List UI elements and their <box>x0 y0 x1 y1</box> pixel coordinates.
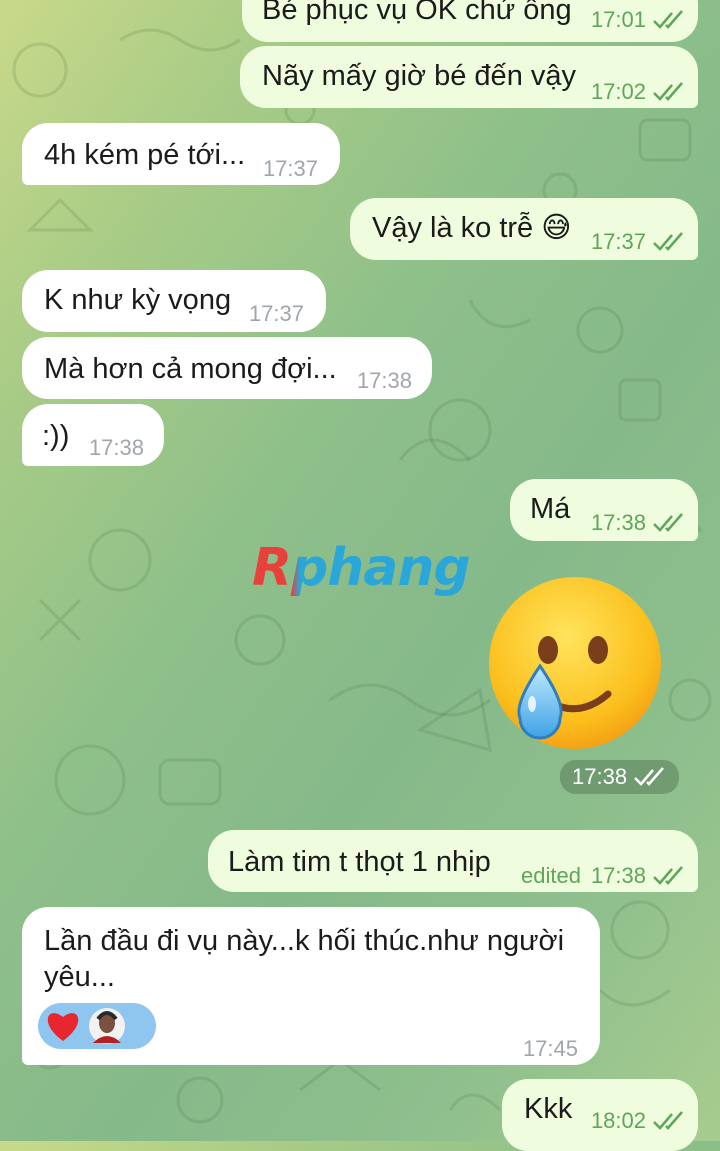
message-bubble-outgoing[interactable]: Kkk 18:02 <box>502 1079 698 1151</box>
message-time: 17:38 <box>590 510 646 535</box>
message-time: 17:37 <box>590 229 646 254</box>
message-text: Mà hơn cả mong đợi... <box>44 353 337 385</box>
reaction-pill[interactable] <box>38 1003 156 1049</box>
heart-icon <box>47 1013 79 1041</box>
double-check-icon <box>653 866 683 885</box>
message-meta: 17:02 <box>591 74 686 110</box>
double-check-icon <box>653 82 683 101</box>
message-bubble-incoming[interactable]: Mà hơn cả mong đợi... 17:38 <box>22 337 432 399</box>
message-bubble-outgoing[interactable]: Vậy là ko trễ 😅 17:37 <box>350 198 698 260</box>
message-meta: 18:02 <box>591 1103 686 1139</box>
avatar <box>89 1008 125 1044</box>
message-text: 4h kém pé tới... <box>44 139 246 171</box>
message-bubble-incoming[interactable]: :)) 17:38 <box>22 404 164 466</box>
message-time: 17:38 <box>356 368 412 393</box>
message-bubble-outgoing[interactable]: Bé phục vụ OK chứ ông 17:01 <box>242 0 698 42</box>
message-time: 17:02 <box>590 79 646 104</box>
message-text: Vậy là ko trễ 😅 <box>372 212 572 244</box>
message-meta: 17:38 <box>89 430 144 466</box>
message-time: 17:37 <box>248 301 304 326</box>
message-text: Má <box>530 493 571 525</box>
message-time: 18:02 <box>590 1108 646 1133</box>
message-text: Kkk <box>524 1093 573 1125</box>
message-text: Bé phục vụ OK chứ ông <box>262 0 572 26</box>
message-meta: 17:01 <box>591 2 686 38</box>
sticker-time-pill: 17:38 <box>560 760 680 794</box>
message-time: 17:01 <box>590 7 646 32</box>
message-meta: 17:45 <box>523 1031 578 1067</box>
message-text: Nãy mấy giờ bé đến vậy <box>262 60 577 92</box>
edited-label: edited <box>520 863 581 888</box>
message-meta: edited 17:38 <box>521 858 686 894</box>
double-check-icon <box>653 513 683 532</box>
message-bubble-incoming[interactable]: Lần đầu đi vụ này...k hối thúc.như người… <box>22 907 600 1065</box>
message-meta: 17:37 <box>263 151 318 187</box>
message-text-line1: Lần đầu đi vụ này...k hối thúc.như người <box>44 925 565 957</box>
message-text-line2: yêu... <box>44 961 115 993</box>
message-time: 17:38 <box>572 764 628 789</box>
message-bubble-outgoing[interactable]: Làm tim t thọt 1 nhịp edited 17:38 <box>208 830 698 892</box>
message-time: 17:37 <box>262 156 318 181</box>
watermark-logo: Rphang <box>252 538 471 598</box>
smiling-face-with-tear-icon[interactable] <box>486 574 664 752</box>
message-text: Làm tim t thọt 1 nhịp <box>228 846 491 878</box>
message-meta: 17:37 <box>591 224 686 260</box>
double-check-icon <box>653 232 683 251</box>
message-time: 17:38 <box>88 435 144 460</box>
double-check-icon <box>653 10 683 29</box>
message-time: 17:38 <box>590 863 646 888</box>
message-bubble-outgoing[interactable]: Nãy mấy giờ bé đến vậy 17:02 <box>240 46 698 108</box>
double-check-icon <box>634 767 665 786</box>
double-check-icon <box>653 1111 683 1130</box>
message-bubble-incoming[interactable]: K như kỳ vọng 17:37 <box>22 270 326 332</box>
message-bubble-outgoing[interactable]: Má 17:38 <box>510 479 698 541</box>
message-meta: 17:38 <box>591 505 686 541</box>
message-meta: 17:37 <box>249 296 304 332</box>
message-meta: 17:38 <box>357 363 412 399</box>
message-text: K như kỳ vọng <box>44 284 232 316</box>
message-text: :)) <box>42 420 70 452</box>
message-bubble-incoming[interactable]: 4h kém pé tới... 17:37 <box>22 123 340 185</box>
message-time: 17:45 <box>522 1036 578 1061</box>
